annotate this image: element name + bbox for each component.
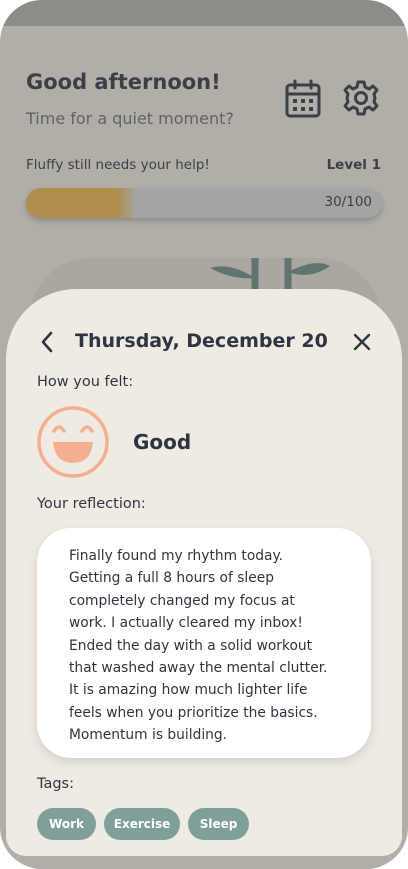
reflection-section-label: Your reflection: (37, 496, 146, 512)
reflection-text: Finally found my rhythm today. Getting a… (69, 548, 328, 744)
tag-sleep[interactable]: Sleep (188, 808, 249, 840)
mood-label: Good (133, 430, 192, 454)
reflection-card: Finally found my rhythm today. Getting a… (37, 528, 371, 758)
entry-date-title: Thursday, December 20 (75, 330, 328, 352)
mood-section-label: How you felt: (37, 374, 134, 390)
tag-list: Work Exercise Sleep (37, 808, 249, 840)
tags-section-label: Tags: (37, 776, 74, 792)
tag-work[interactable]: Work (37, 808, 96, 840)
laughing-face-icon (37, 406, 109, 478)
journal-entry-sheet: Thursday, December 20 How you felt: Good… (6, 289, 402, 856)
close-button[interactable] (352, 332, 372, 352)
back-button[interactable] (39, 330, 55, 354)
tag-exercise[interactable]: Exercise (104, 808, 180, 840)
app-screen: Good afternoon! Time for a quiet moment?… (0, 0, 408, 869)
